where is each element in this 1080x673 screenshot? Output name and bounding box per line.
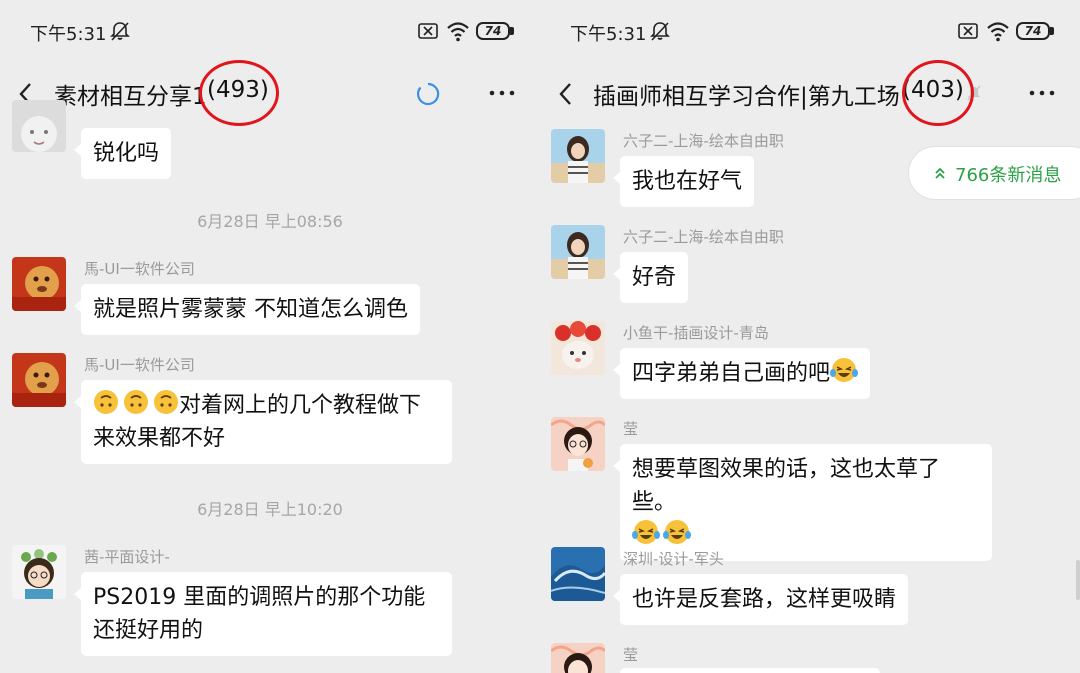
- battery-indicator: 74: [1016, 22, 1054, 40]
- avatar[interactable]: [12, 353, 66, 407]
- status-bar: 下午5:31 74: [540, 0, 1080, 64]
- wifi-icon: [987, 22, 1009, 42]
- message-bubble[interactable]: 也许是反套路，这样更吸睛: [612, 574, 909, 625]
- title-bar: 插画师相互学习合作|第九工场 (403): [540, 60, 1080, 126]
- sender-name: 莹: [623, 646, 639, 664]
- message-text: 来效果都不好: [93, 426, 226, 451]
- status-bar: 下午5:31 74: [0, 0, 540, 64]
- new-messages-label: 766条新消息: [955, 165, 1062, 186]
- laughing-tears-emoji-icon: [830, 358, 859, 382]
- message-bubble[interactable]: [620, 668, 880, 673]
- more-dots-icon[interactable]: [1028, 83, 1056, 103]
- laughing-tears-emoji-icon: [632, 520, 660, 544]
- sender-name: 馬-UI一软件公司: [84, 260, 195, 278]
- avatar[interactable]: [12, 100, 66, 152]
- message-bubble[interactable]: 好奇: [612, 252, 689, 303]
- message-text: 四字弟弟自己画的吧: [632, 361, 831, 386]
- upside-down-face-icon: [154, 390, 178, 414]
- scrollbar[interactable]: [1076, 560, 1080, 600]
- more-dots-icon[interactable]: [488, 83, 516, 103]
- double-chevron-up-icon: [935, 167, 945, 179]
- status-time: 下午5:31: [30, 24, 107, 45]
- message-text: 也许是反套路，这样更吸睛: [632, 587, 897, 612]
- message-text: 就是照片雾蒙蒙 不知道怎么调色: [93, 297, 408, 322]
- annotation-circle: [199, 60, 279, 126]
- message-bubble[interactable]: 四字弟弟自己画的吧: [612, 348, 871, 399]
- loading-spinner-icon: [417, 82, 440, 106]
- timestamp: 6月28日 早上08:56: [197, 212, 343, 231]
- sender-name: 小鱼干-插画设计-青岛: [623, 324, 769, 342]
- laughing-tears-emoji-icon: [663, 520, 691, 544]
- avatar[interactable]: [551, 643, 605, 673]
- timestamp: 6月28日 早上10:20: [197, 500, 343, 519]
- close-box-icon: [418, 23, 438, 39]
- battery-level: 74: [476, 22, 510, 40]
- bell-mute-icon: [650, 22, 670, 41]
- new-messages-button[interactable]: 766条新消息: [908, 146, 1080, 200]
- avatar[interactable]: [551, 547, 605, 601]
- sender-name: 馬-UI一软件公司: [84, 356, 195, 374]
- message-text: 好奇: [632, 265, 677, 290]
- sender-name: 深圳-设计-军头: [623, 550, 724, 568]
- message-text: 对着网上的几个教程做下: [179, 393, 422, 418]
- message-bubble[interactable]: PS2019 里面的调照片的那个功能 还挺好用的: [74, 572, 452, 656]
- status-time: 下午5:31: [570, 24, 647, 45]
- chat-title: 素材相互分享1: [54, 84, 207, 110]
- battery-indicator: 74: [476, 22, 514, 40]
- message-bubble[interactable]: 对着网上的几个教程做下 来效果都不好: [74, 380, 452, 464]
- title-bar: 素材相互分享1 (493): [0, 60, 540, 126]
- message-bubble[interactable]: 就是照片雾蒙蒙 不知道怎么调色: [74, 284, 420, 335]
- message-text: 锐化吗: [93, 141, 160, 166]
- avatar[interactable]: [551, 129, 605, 183]
- upside-down-face-icon: [94, 390, 118, 414]
- sender-name: 六子二-上海-绘本自由职: [623, 228, 784, 246]
- chevron-left-icon[interactable]: [556, 80, 576, 108]
- upside-down-face-icon: [124, 390, 148, 414]
- avatar[interactable]: [551, 225, 605, 279]
- message-text: 想要草图效果的话，这也太草了些。: [632, 457, 941, 515]
- chat-title: 插画师相互学习合作|第九工场: [593, 84, 900, 110]
- sender-name: 茜-平面设计-: [84, 548, 170, 566]
- battery-level: 74: [1016, 22, 1050, 40]
- message-text: 我也在好气: [632, 169, 743, 194]
- message-bubble[interactable]: 想要草图效果的话，这也太草了些。: [613, 444, 992, 561]
- bell-mute-icon: [110, 22, 130, 41]
- wifi-icon: [447, 22, 469, 42]
- avatar[interactable]: [12, 545, 66, 599]
- left-chat-screen: 下午5:31 74 素材相互分享1 (493) 锐化吗 6月28日 早上08:5…: [0, 0, 540, 673]
- sender-name: 六子二-上海-绘本自由职: [623, 132, 784, 150]
- avatar[interactable]: [551, 417, 605, 471]
- message-text: 还挺好用的: [93, 618, 204, 643]
- close-box-icon: [958, 23, 978, 39]
- right-chat-screen: 下午5:31 74 插画师相互学习合作|第九工场 (403) 766条新消息 六…: [540, 0, 1080, 673]
- annotation-circle: [902, 60, 974, 126]
- message-text: PS2019 里面的调照片的那个功能: [93, 585, 426, 610]
- avatar[interactable]: [551, 321, 605, 375]
- sender-name: 莹: [623, 420, 639, 438]
- message-bubble[interactable]: 我也在好气: [612, 156, 755, 207]
- avatar[interactable]: [12, 257, 66, 311]
- message-bubble[interactable]: 锐化吗: [73, 128, 172, 179]
